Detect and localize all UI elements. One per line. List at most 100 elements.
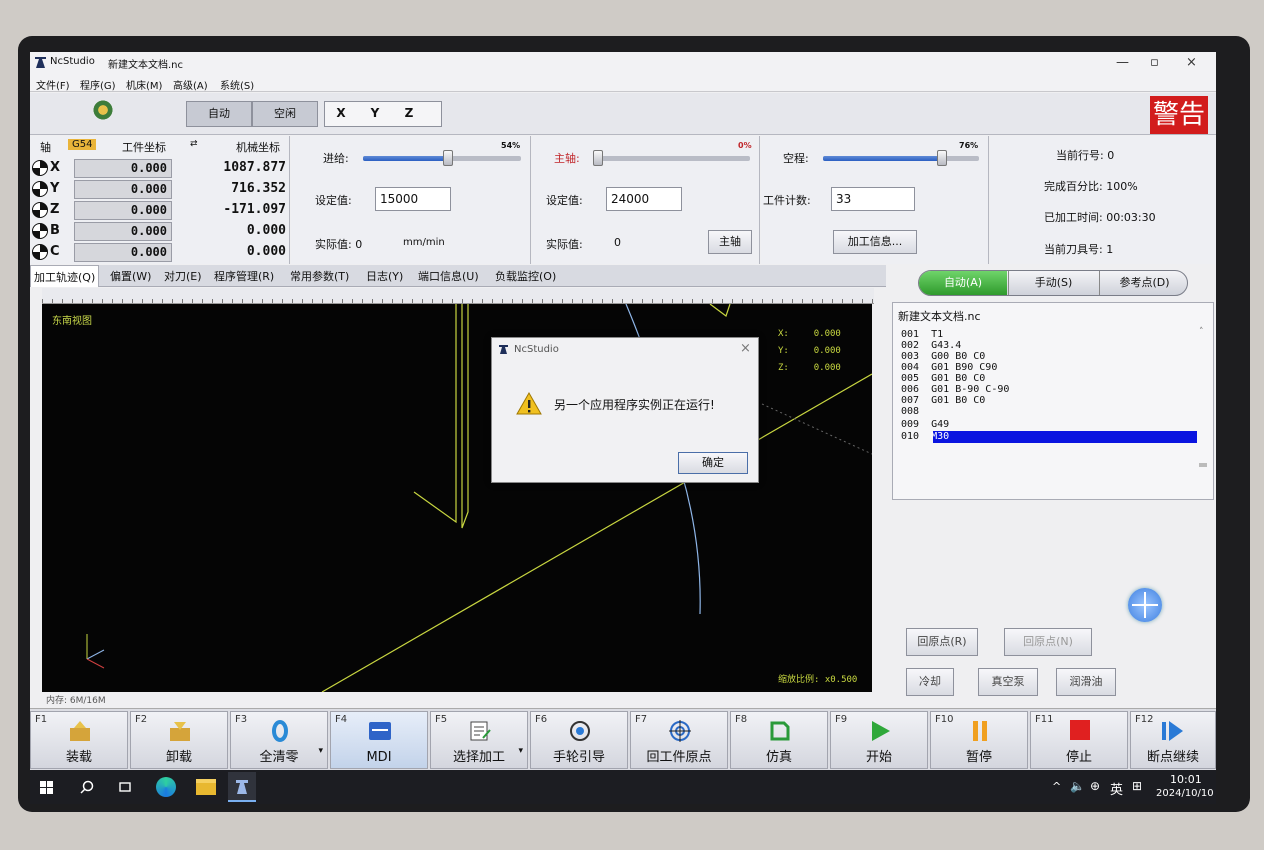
axis-home-icon <box>32 244 48 260</box>
mode-manual-tab[interactable]: 手动(S) <box>1008 271 1098 295</box>
menu-advanced[interactable]: 高级(A) <box>173 77 208 92</box>
tab-load-monitor[interactable]: 负载监控(O) <box>495 268 556 284</box>
resume-icon <box>1162 721 1183 741</box>
keyboard-icon[interactable]: ⊞ <box>1132 779 1142 793</box>
machining-info-button[interactable]: 加工信息... <box>833 230 917 254</box>
dropdown-arrow-icon[interactable]: ▾ <box>518 746 523 756</box>
stop-icon <box>1070 720 1090 740</box>
home-n-button[interactable]: 回原点(N) <box>1004 628 1092 656</box>
f7-work-origin-button[interactable]: F7 回工件原点 <box>630 711 728 769</box>
tab-common-params[interactable]: 常用参数(T) <box>290 268 349 284</box>
task-view-icon[interactable] <box>118 780 132 794</box>
f3-clear-all-button[interactable]: F3 全清零 ▾ <box>230 711 328 769</box>
f11-stop-button[interactable]: F11 停止 <box>1030 711 1128 769</box>
tab-port-info[interactable]: 端口信息(U) <box>418 268 479 284</box>
part-count-input[interactable]: 33 <box>831 187 915 211</box>
coord-row-z: Z 0.000 -171.097 <box>30 200 290 221</box>
app-logo-icon <box>499 345 508 354</box>
volume-icon[interactable]: 🔈 <box>1070 779 1085 793</box>
code-line-current[interactable]: 010 M30 <box>901 431 949 443</box>
f2-unload-button[interactable]: F2 卸载 <box>130 711 228 769</box>
lubrication-button[interactable]: 润滑油 <box>1056 668 1116 696</box>
menu-system[interactable]: 系统(S) <box>220 77 254 92</box>
axis-z-indicator[interactable]: Z <box>392 101 426 127</box>
zero-icon <box>272 720 288 742</box>
f10-pause-button[interactable]: F10 暂停 <box>930 711 1028 769</box>
dialog-close-icon[interactable]: × <box>740 341 751 356</box>
ncstudio-taskbar-item[interactable] <box>228 772 256 802</box>
menu-program[interactable]: 程序(G) <box>80 77 116 92</box>
axis-x-indicator[interactable]: X <box>324 101 358 127</box>
f9-start-button[interactable]: F9 开始 <box>830 711 928 769</box>
edge-browser-icon[interactable] <box>156 777 176 797</box>
search-icon[interactable] <box>80 780 94 794</box>
machining-status-panel: 当前行号: 0 完成百分比: 100% 已加工时间: 00:03:30 当前刀具… <box>990 136 1216 264</box>
vacuum-pump-button[interactable]: 真空泵 <box>978 668 1038 696</box>
f6-handwheel-button[interactable]: F6 手轮引导 <box>530 711 628 769</box>
code-line[interactable]: 009 G49 <box>901 419 949 431</box>
f12-resume-button[interactable]: F12 断点继续 <box>1130 711 1216 769</box>
fkey-label: 暂停 <box>965 750 992 765</box>
scroll-up-icon[interactable]: ˄ <box>1199 327 1204 337</box>
alarm-indicator[interactable]: 警告 <box>1150 96 1208 134</box>
tab-log[interactable]: 日志(Y) <box>366 268 403 284</box>
work-coord-value[interactable]: 0.000 <box>74 243 172 262</box>
fkey-number: F8 <box>735 714 748 725</box>
windows-start-icon[interactable] <box>40 781 53 794</box>
coordinate-system-badge[interactable]: G54 <box>68 139 97 150</box>
close-button[interactable]: × <box>1186 55 1197 70</box>
jog-target-icon[interactable] <box>1128 588 1162 622</box>
rapid-slider-knob[interactable] <box>936 150 947 166</box>
swap-icon[interactable]: ⇄ <box>190 139 198 149</box>
dialog-ok-button[interactable]: 确定 <box>678 452 748 474</box>
home-button[interactable]: 回原点(R) <box>906 628 978 656</box>
network-icon[interactable]: ⊕ <box>1090 779 1100 793</box>
fkey-label: 全清零 <box>259 750 299 765</box>
dropdown-arrow-icon[interactable]: ▾ <box>318 746 323 756</box>
feed-slider-knob[interactable] <box>443 150 454 166</box>
code-line[interactable]: 008 <box>901 406 931 418</box>
mode-auto-tab[interactable]: 自动(A) <box>919 271 1007 295</box>
minimize-button[interactable]: — <box>1116 55 1129 70</box>
file-explorer-icon[interactable] <box>196 779 216 795</box>
work-coord-value[interactable]: 0.000 <box>74 222 172 241</box>
spindle-set-input[interactable]: 24000 <box>606 187 682 211</box>
readout-axis: Y: <box>778 346 789 356</box>
f5-select-machining-button[interactable]: F5 选择加工 ▾ <box>430 711 528 769</box>
work-coord-value[interactable]: 0.000 <box>74 201 172 220</box>
tab-toolpath[interactable]: 加工轨迹(Q) <box>30 265 100 287</box>
menu-machine[interactable]: 机床(M) <box>126 77 162 92</box>
spindle-button[interactable]: 主轴 <box>708 230 752 254</box>
spindle-actual-value: 0 <box>614 236 621 249</box>
tab-program-manager[interactable]: 程序管理(R) <box>214 268 274 284</box>
feed-set-input[interactable]: 15000 <box>375 187 451 211</box>
feed-label: 进给: <box>323 152 349 165</box>
clock-date[interactable]: 2024/10/10 <box>1156 788 1214 799</box>
scrollbar-thumb[interactable] <box>1199 463 1207 467</box>
spindle-slider-knob[interactable] <box>593 150 603 166</box>
axis-triad-x <box>86 658 105 669</box>
spindle-slider-track[interactable] <box>598 156 750 161</box>
f8-simulate-button[interactable]: F8 仿真 <box>730 711 828 769</box>
current-tool: 当前刀具号: 1 <box>1044 243 1114 256</box>
tab-offset[interactable]: 偏置(W) <box>110 268 151 284</box>
readout-value: 0.000 <box>813 329 841 339</box>
coolant-button[interactable]: 冷却 <box>906 668 954 696</box>
spindle-set-label: 设定值: <box>546 194 583 207</box>
completion-percent: 完成百分比: 100% <box>1044 180 1138 193</box>
clock-time[interactable]: 10:01 <box>1170 773 1202 786</box>
tray-chevron-icon[interactable]: ^ <box>1052 780 1061 793</box>
work-coord-value[interactable]: 0.000 <box>74 180 172 199</box>
machine-coord-value: 716.352 <box>231 181 286 196</box>
f1-load-button[interactable]: F1 装载 <box>30 711 128 769</box>
mode-reference-tab[interactable]: 参考点(D) <box>1099 271 1187 295</box>
mode-selector: 自动(A) 手动(S) 参考点(D) <box>918 270 1188 296</box>
f4-mdi-button[interactable]: F4 MDI <box>330 711 428 769</box>
ime-indicator[interactable]: 英 <box>1110 779 1123 798</box>
maximize-button[interactable]: ▫ <box>1150 55 1159 70</box>
axis-y-indicator[interactable]: Y <box>358 101 392 127</box>
toolpath-line <box>709 304 731 317</box>
tab-tool-setting[interactable]: 对刀(E) <box>164 268 202 284</box>
work-coord-value[interactable]: 0.000 <box>74 159 172 178</box>
menu-file[interactable]: 文件(F) <box>36 77 70 92</box>
